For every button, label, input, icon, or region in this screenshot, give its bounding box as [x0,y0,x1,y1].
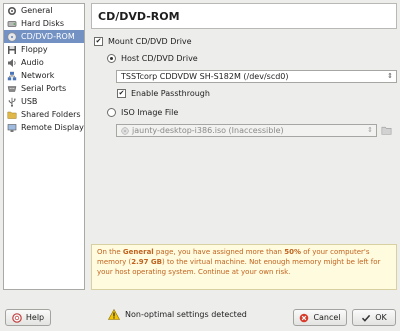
cd-dvd-icon [7,32,17,42]
settings-sidebar: General Hard Disks CD/DVD-ROM Floppy Aud… [3,3,85,290]
remote-display-icon [7,123,17,133]
settings-status: Non-optimal settings detected [107,308,247,320]
host-drive-option[interactable]: Host CD/DVD Drive [107,54,198,63]
iso-image-value: jaunty-desktop-i386.iso (Inaccessible) [132,126,284,135]
cancel-button[interactable]: Cancel [293,309,347,326]
sidebar-item-remote-display[interactable]: Remote Display [4,121,84,134]
passthrough-checkbox[interactable]: ✔ [117,89,126,98]
host-drive-label: Host CD/DVD Drive [121,54,198,63]
iso-image-radio[interactable] [107,108,116,117]
sidebar-item-label: Network [21,71,55,80]
disc-image-icon [121,126,129,135]
host-drive-value: TSSTcorp CDDVDW SH-S182M (/dev/scd0) [121,72,289,81]
sidebar-item-hard-disks[interactable]: Hard Disks [4,17,84,30]
warning-icon [107,308,121,320]
browse-iso-button[interactable] [381,125,392,136]
passthrough-label: Enable Passthrough [131,89,210,98]
status-text: Non-optimal settings detected [125,310,247,319]
mount-drive-checkbox[interactable]: ✔ [94,37,103,46]
sidebar-item-usb[interactable]: USB [4,95,84,108]
sidebar-item-cd-dvd-rom[interactable]: CD/DVD-ROM [4,30,84,43]
sidebar-item-network[interactable]: Network [4,69,84,82]
iso-image-option[interactable]: ISO Image File [107,108,178,117]
sidebar-item-label: General [21,6,53,15]
iso-image-label: ISO Image File [121,108,179,117]
hard-disk-icon [7,19,17,29]
chevron-up-down-icon: ⇕ [387,72,393,80]
shared-folder-icon [7,110,17,120]
sidebar-item-serial-ports[interactable]: Serial Ports [4,82,84,95]
ok-label: OK [375,313,387,322]
sidebar-item-label: CD/DVD-ROM [21,32,75,41]
audio-icon [7,58,17,68]
ok-button[interactable]: OK [352,309,396,326]
folder-icon [381,126,392,138]
passthrough-option[interactable]: ✔ Enable Passthrough [117,89,210,98]
sidebar-item-label: Audio [21,58,44,67]
mount-drive-label: Mount CD/DVD Drive [108,37,192,46]
sidebar-item-label: Floppy [21,45,48,54]
chevron-up-down-icon: ⇕ [367,126,373,134]
help-button[interactable]: Help [5,309,51,326]
sidebar-item-label: USB [21,97,38,106]
cancel-icon [299,313,309,323]
sidebar-item-audio[interactable]: Audio [4,56,84,69]
sidebar-item-label: Shared Folders [21,110,81,119]
host-drive-select[interactable]: TSSTcorp CDDVDW SH-S182M (/dev/scd0) ⇕ [116,70,397,83]
sidebar-item-label: Hard Disks [21,19,65,28]
page-title: CD/DVD-ROM [91,3,397,29]
cancel-label: Cancel [313,313,341,322]
sidebar-item-floppy[interactable]: Floppy [4,43,84,56]
help-label: Help [25,313,45,322]
sidebar-item-shared-folders[interactable]: Shared Folders [4,108,84,121]
help-icon [12,312,22,323]
host-drive-radio[interactable] [107,54,116,63]
sidebar-item-general[interactable]: General [4,4,84,17]
checkmark-icon [361,313,371,323]
iso-image-select[interactable]: jaunty-desktop-i386.iso (Inaccessible) ⇕ [116,124,377,137]
memory-warning: On the General page, you have assigned m… [91,244,397,290]
usb-icon [7,97,17,107]
sidebar-item-label: Remote Display [21,123,84,132]
sidebar-item-label: Serial Ports [21,84,67,93]
floppy-icon [7,45,17,55]
mount-drive-option[interactable]: ✔ Mount CD/DVD Drive [94,37,192,46]
gear-icon [7,6,17,16]
network-icon [7,71,17,81]
serial-port-icon [7,84,17,94]
